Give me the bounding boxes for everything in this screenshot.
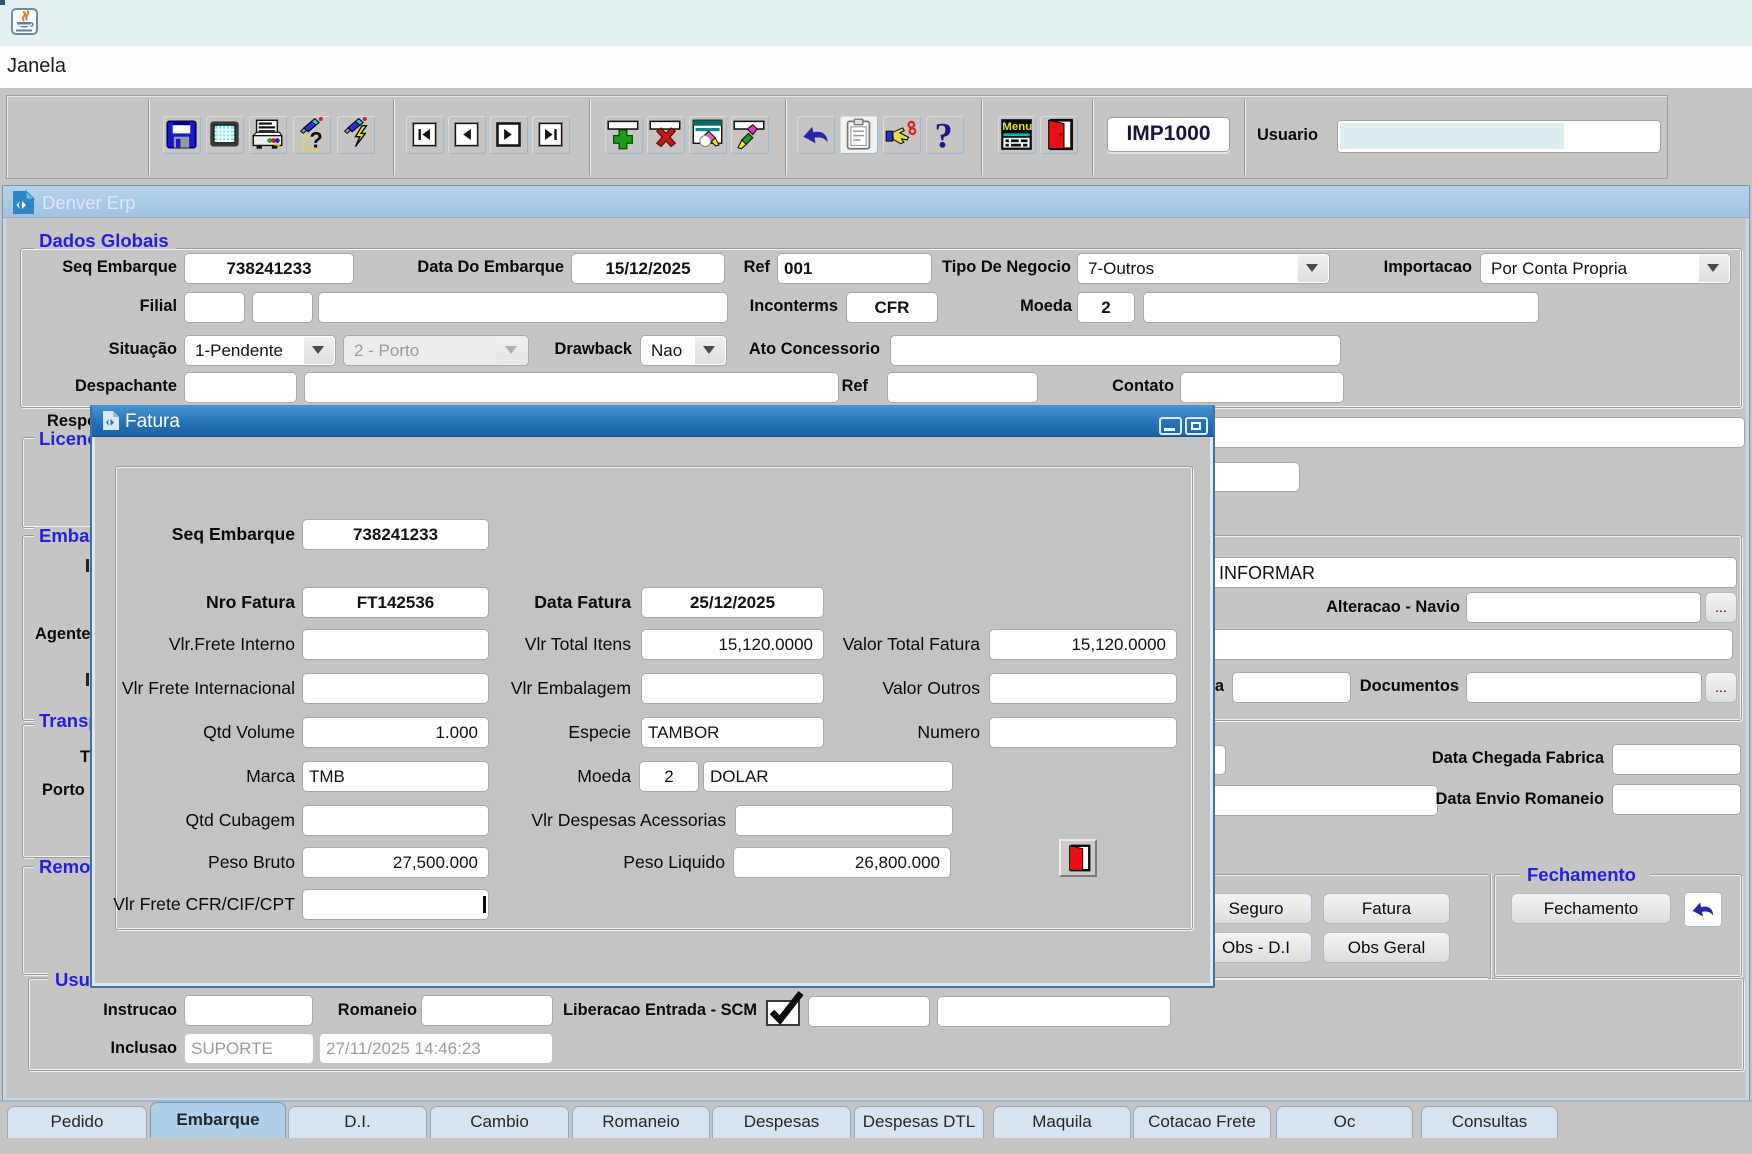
svg-text:?: ? bbox=[935, 117, 953, 152]
svg-text:?: ? bbox=[309, 128, 322, 152]
svg-text:Menu: Menu bbox=[1002, 121, 1032, 133]
